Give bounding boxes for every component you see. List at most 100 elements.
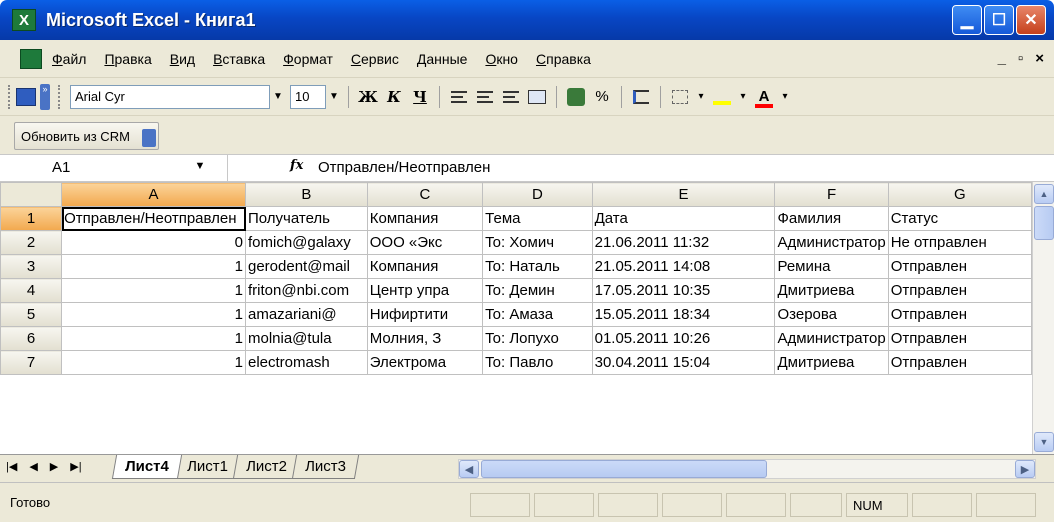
cell-c4[interactable]: Центр упра xyxy=(366,278,484,303)
bold-button[interactable]: Ж xyxy=(355,85,381,109)
doc-restore-icon[interactable]: ▫ xyxy=(1018,50,1023,67)
cell-a2[interactable]: 0 xyxy=(61,230,246,255)
row-header[interactable]: 2 xyxy=(0,230,63,255)
insert-function-icon[interactable]: fx xyxy=(290,158,303,173)
indent-button[interactable] xyxy=(628,85,654,109)
cell-e1[interactable]: Дата xyxy=(591,206,776,231)
menu-edit[interactable]: Правка xyxy=(104,51,151,67)
menu-view[interactable]: Вид xyxy=(170,51,195,67)
cell-f2[interactable]: Администратор xyxy=(774,230,889,255)
scroll-up-icon[interactable]: ▲ xyxy=(1034,184,1054,204)
cell-b7[interactable]: electromash xyxy=(245,350,368,375)
cell-f4[interactable]: Дмитриева xyxy=(774,278,889,303)
row-header[interactable]: 4 xyxy=(0,278,63,303)
select-all-corner[interactable] xyxy=(0,182,63,207)
save-icon[interactable] xyxy=(16,87,36,106)
font-color-button[interactable]: A xyxy=(751,85,777,109)
formula-input[interactable]: Отправлен/Неотправлен xyxy=(318,159,490,176)
cell-c3[interactable]: Компания xyxy=(366,254,484,279)
font-name-select[interactable]: Arial Cyr xyxy=(70,84,270,109)
cell-f3[interactable]: Ремина xyxy=(774,254,889,279)
close-button[interactable]: ✕ xyxy=(1016,5,1046,35)
tab-sheet2[interactable]: Лист2 xyxy=(232,455,300,479)
cell-c6[interactable]: Молния, З xyxy=(366,326,484,351)
toolbar-options-icon[interactable]: » xyxy=(40,83,50,110)
column-header-g[interactable]: G xyxy=(887,182,1032,207)
cell-g5[interactable]: Отправлен xyxy=(887,302,1032,327)
underline-button[interactable]: Ч xyxy=(407,85,433,109)
row-header[interactable]: 7 xyxy=(0,350,63,375)
cell-e7[interactable]: 30.04.2011 15:04 xyxy=(591,350,776,375)
italic-button[interactable]: К xyxy=(381,85,407,109)
cell-d7[interactable]: To: Павло xyxy=(482,350,593,375)
column-header-c[interactable]: C xyxy=(366,182,484,207)
cell-b4[interactable]: friton@nbi.com xyxy=(245,278,368,303)
align-left-button[interactable] xyxy=(446,85,472,109)
tab-sheet4[interactable]: Лист4 xyxy=(111,455,182,479)
font-size-dropdown-icon[interactable]: ▼ xyxy=(326,85,342,109)
cell-c2[interactable]: ООО «Экс xyxy=(366,230,484,255)
vertical-scrollbar[interactable]: ▲ ▼ xyxy=(1032,182,1054,454)
row-header[interactable]: 1 xyxy=(0,206,63,231)
tab-sheet3[interactable]: Лист3 xyxy=(291,455,359,479)
borders-dropdown-icon[interactable]: ▾ xyxy=(693,85,709,109)
merge-center-button[interactable] xyxy=(524,85,550,109)
row-header[interactable]: 3 xyxy=(0,254,63,279)
next-sheet-icon[interactable]: ▶ xyxy=(50,460,58,473)
row-header[interactable]: 5 xyxy=(0,302,63,327)
cell-b6[interactable]: molnia@tula xyxy=(245,326,368,351)
scroll-down-icon[interactable]: ▼ xyxy=(1034,432,1054,452)
maximize-button[interactable]: ☐ xyxy=(984,5,1014,35)
cell-g6[interactable]: Отправлен xyxy=(887,326,1032,351)
column-header-d[interactable]: D xyxy=(482,182,593,207)
align-center-button[interactable] xyxy=(472,85,498,109)
font-color-dropdown-icon[interactable]: ▾ xyxy=(777,85,793,109)
doc-minimize-icon[interactable]: _ xyxy=(998,50,1006,67)
cell-g1[interactable]: Статус xyxy=(887,206,1032,231)
minimize-button[interactable]: ▁ xyxy=(952,5,982,35)
cell-f7[interactable]: Дмитриева xyxy=(774,350,889,375)
font-name-dropdown-icon[interactable]: ▼ xyxy=(270,85,286,109)
cell-f6[interactable]: Администратор xyxy=(774,326,889,351)
horizontal-scrollbar[interactable]: ◀ ▶ xyxy=(458,459,1036,479)
update-from-crm-button[interactable]: Обновить из CRM xyxy=(14,122,159,150)
cell-d6[interactable]: To: Лопухо xyxy=(482,326,593,351)
tab-sheet1[interactable]: Лист1 xyxy=(173,455,241,479)
fill-color-dropdown-icon[interactable]: ▾ xyxy=(735,85,751,109)
cell-d4[interactable]: To: Демин xyxy=(482,278,593,303)
cell-d5[interactable]: To: Амаза xyxy=(482,302,593,327)
column-header-e[interactable]: E xyxy=(591,182,776,207)
excel-app-icon[interactable]: X xyxy=(12,9,36,31)
toolbar-grip[interactable] xyxy=(8,84,12,109)
scroll-right-icon[interactable]: ▶ xyxy=(1015,460,1035,478)
doc-close-icon[interactable]: × xyxy=(1035,50,1044,67)
font-size-select[interactable]: 10 xyxy=(290,84,326,109)
cell-b3[interactable]: gerodent@mail xyxy=(245,254,368,279)
menu-insert[interactable]: Вставка xyxy=(213,51,265,67)
name-box-dropdown-icon[interactable]: ▼ xyxy=(190,160,210,176)
cell-e6[interactable]: 01.05.2011 10:26 xyxy=(591,326,776,351)
menu-format[interactable]: Формат xyxy=(283,51,333,67)
cell-a1[interactable]: Отправлен/Неотправлен xyxy=(61,206,246,231)
cell-d1[interactable]: Тема xyxy=(482,206,593,231)
cell-a5[interactable]: 1 xyxy=(61,302,246,327)
document-icon[interactable] xyxy=(20,48,42,69)
cell-a3[interactable]: 1 xyxy=(61,254,246,279)
cell-g2[interactable]: Не отправлен xyxy=(887,230,1032,255)
cell-a7[interactable]: 1 xyxy=(61,350,246,375)
column-header-b[interactable]: B xyxy=(245,182,368,207)
cell-e4[interactable]: 17.05.2011 10:35 xyxy=(591,278,776,303)
cell-c7[interactable]: Электрома xyxy=(366,350,484,375)
menu-help[interactable]: Справка xyxy=(536,51,591,67)
toolbar-grip-2[interactable] xyxy=(58,84,62,109)
cell-e2[interactable]: 21.06.2011 11:32 xyxy=(591,230,776,255)
cell-b1[interactable]: Получатель xyxy=(245,206,368,231)
last-sheet-icon[interactable]: ▶| xyxy=(70,460,81,473)
vertical-scroll-thumb[interactable] xyxy=(1034,206,1054,240)
cell-d3[interactable]: To: Наталь xyxy=(482,254,593,279)
cell-c1[interactable]: Компания xyxy=(366,206,484,231)
toolbar-options-icon[interactable] xyxy=(141,129,156,147)
fill-color-button[interactable] xyxy=(709,85,735,109)
percent-button[interactable]: % xyxy=(589,85,615,109)
cell-f5[interactable]: Озерова xyxy=(774,302,889,327)
